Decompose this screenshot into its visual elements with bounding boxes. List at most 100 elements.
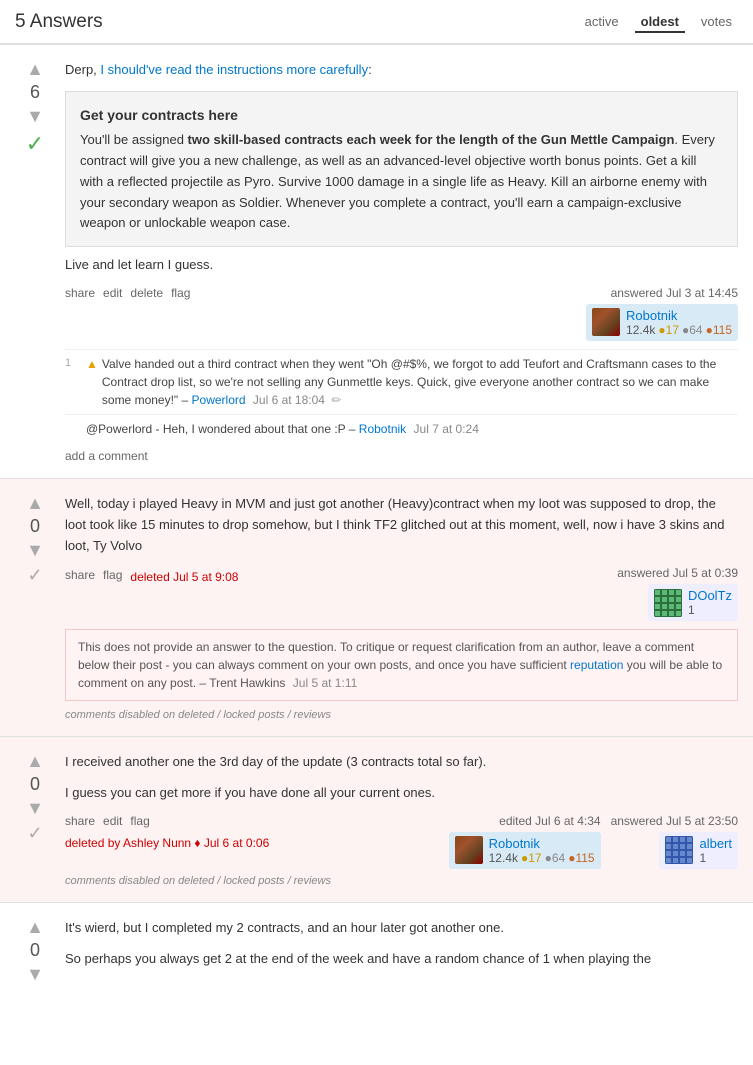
answered-label-1: answered Jul 3 at 14:45 [611, 286, 738, 300]
action-row-1: share edit delete flag answered Jul 3 at… [65, 286, 738, 341]
vote-count-4: 0 [30, 940, 40, 961]
answer-block-3: ▲ 0 ▼ ✓ I received another one the 3rd d… [0, 736, 753, 902]
tab-oldest[interactable]: oldest [635, 10, 685, 33]
share-link-1[interactable]: share [65, 286, 95, 300]
user-rep-2: 1 [688, 603, 732, 617]
user-name-2[interactable]: DOolTz [688, 588, 732, 603]
sort-tabs: active oldest votes [579, 10, 738, 33]
flag-link-1[interactable]: flag [171, 286, 190, 300]
answer-content-1: Derp, I should've read the instructions … [55, 60, 738, 463]
comment-1-1: 1 ▲ Valve handed out a third contract wh… [65, 349, 738, 414]
silver-badge-1: ●64 [682, 323, 703, 337]
tab-votes[interactable]: votes [695, 10, 738, 33]
deleted-label-2: deleted Jul 5 at 9:08 [130, 570, 238, 584]
user-rep-3a: 12.4k ●17 ●64 ●115 [489, 851, 595, 865]
downvote-button-1[interactable]: ▼ [26, 107, 44, 125]
gold-badge-1: ●17 [658, 323, 679, 337]
page-title: 5 Answers [15, 11, 103, 33]
bronze-badge-1: ●115 [706, 323, 732, 337]
vote-count-1: 6 [30, 82, 40, 103]
page-header: 5 Answers active oldest votes [0, 0, 753, 44]
avatar-3a [455, 836, 483, 864]
delete-link-1[interactable]: delete [130, 286, 163, 300]
share-link-2[interactable]: share [65, 568, 95, 582]
upvote-button-4[interactable]: ▲ [26, 918, 44, 936]
delete-check-3: ✓ [27, 823, 42, 844]
answer-text-4a: It's wierd, but I completed my 2 contrac… [65, 918, 738, 939]
info-box-1: Get your contracts here You'll be assign… [65, 91, 738, 247]
answer-text-2: Well, today i played Heavy in MVM and ju… [65, 494, 738, 556]
downvote-button-2[interactable]: ▼ [26, 541, 44, 559]
user-name-3b[interactable]: albert [699, 836, 732, 851]
answer-block-2: ▲ 0 ▼ ✓ Well, today i played Heavy in MV… [0, 478, 753, 736]
answer-intro-1: Derp, I should've read the instructions … [65, 60, 738, 81]
comment-vote-1-1[interactable]: 1 [65, 355, 81, 372]
user-name-1[interactable]: Robotnik [626, 308, 732, 323]
user-card-2: DOolTz 1 [648, 584, 738, 621]
warning-icon-1-1: ▲ [86, 355, 98, 373]
upvote-button-3[interactable]: ▲ [26, 752, 44, 770]
answer-text-3a: I received another one the 3rd day of th… [65, 752, 738, 773]
comment-date-1-1: Jul 6 at 18:04 [253, 393, 325, 407]
flag-link-3[interactable]: flag [130, 814, 149, 828]
edit-link-3[interactable]: edit [103, 814, 122, 828]
user-card-3b: albert 1 [659, 832, 738, 869]
answer-content-3: I received another one the 3rd day of th… [55, 752, 738, 887]
answer-text-4b: So perhaps you always get 2 at the end o… [65, 949, 738, 970]
add-comment-1[interactable]: add a comment [65, 449, 738, 463]
action-links-3: share edit flag [65, 814, 269, 828]
comments-section-1: 1 ▲ Valve handed out a third contract wh… [65, 349, 738, 443]
comment-1-2: @Powerlord - Heh, I wondered about that … [65, 414, 738, 443]
avatar-2 [654, 589, 682, 617]
comment-date-1-2: Jul 7 at 0:24 [414, 422, 479, 436]
action-row-2: share flag deleted Jul 5 at 9:08 answere… [65, 566, 738, 621]
comment-text-1-1: Valve handed out a third contract when t… [102, 355, 738, 409]
answer-block-4: ▲ 0 ▼ It's wierd, but I completed my 2 c… [0, 902, 753, 998]
answer-text-3b: I guess you can get more if you have don… [65, 783, 738, 804]
vote-column-4: ▲ 0 ▼ [15, 918, 55, 983]
user-rep-3b: 1 [699, 851, 732, 865]
comments-disabled-2: comments disabled on deleted / locked po… [65, 709, 738, 721]
comment-author-link-1-2[interactable]: Robotnik [359, 422, 406, 436]
user-rep-1: 12.4k ●17 ●64 ●115 [626, 323, 732, 337]
accepted-mark-1: ✓ [26, 131, 44, 157]
flag-link-2[interactable]: flag [103, 568, 122, 582]
edited-label-3: edited Jul 6 at 4:34 [499, 814, 600, 828]
user-info-2: answered Jul 5 at 0:39 DOolTz 1 [617, 566, 738, 621]
action-row-3: share edit flag deleted by Ashley Nunn ♦… [65, 814, 738, 869]
user-card-1: Robotnik 12.4k ●17 ●64 ●115 [586, 304, 738, 341]
avatar-3b [665, 836, 693, 864]
edit-link-1[interactable]: edit [103, 286, 122, 300]
tab-active[interactable]: active [579, 10, 625, 33]
vote-column-2: ▲ 0 ▼ ✓ [15, 494, 55, 721]
deleted-notice-2: This does not provide an answer to the q… [65, 629, 738, 701]
answered-label-3: answered Jul 5 at 23:50 [611, 814, 738, 828]
vote-column-3: ▲ 0 ▼ ✓ [15, 752, 55, 887]
user-card-3a: Robotnik 12.4k ●17 ●64 ●115 [449, 832, 601, 869]
action-links-2: share flag deleted Jul 5 at 9:08 [65, 566, 238, 584]
upvote-button-2[interactable]: ▲ [26, 494, 44, 512]
user-info-1: answered Jul 3 at 14:45 Robotnik 12.4k ●… [586, 286, 738, 341]
answer-outro-1: Live and let learn I guess. [65, 255, 738, 276]
upvote-button-1[interactable]: ▲ [26, 60, 44, 78]
comment-text-1-2: @Powerlord - Heh, I wondered about that … [86, 420, 738, 438]
answer-content-4: It's wierd, but I completed my 2 contrac… [55, 918, 738, 983]
info-box-title: Get your contracts here [80, 104, 723, 126]
comment-edit-icon-1-1[interactable]: ✏ [331, 393, 341, 407]
comments-disabled-3: comments disabled on deleted / locked po… [65, 875, 738, 887]
avatar-1 [592, 308, 620, 336]
downvote-button-3[interactable]: ▼ [26, 799, 44, 817]
action-links-1: share edit delete flag [65, 286, 190, 300]
reputation-link-2[interactable]: reputation [570, 658, 623, 672]
deleted-by-label-3: deleted by Ashley Nunn ♦ Jul 6 at 0:06 [65, 836, 269, 850]
user-name-3a[interactable]: Robotnik [489, 836, 595, 851]
answer-block-1: ▲ 6 ▼ ✓ Derp, I should've read the instr… [0, 44, 753, 478]
downvote-button-4[interactable]: ▼ [26, 965, 44, 983]
answered-label-2: answered Jul 5 at 0:39 [617, 566, 738, 580]
comment-author-link-1-1[interactable]: Powerlord [192, 393, 246, 407]
vote-count-2: 0 [30, 516, 40, 537]
vote-column-1: ▲ 6 ▼ ✓ [15, 60, 55, 463]
answer-content-2: Well, today i played Heavy in MVM and ju… [55, 494, 738, 721]
delete-check-2: ✓ [27, 565, 42, 586]
share-link-3[interactable]: share [65, 814, 95, 828]
